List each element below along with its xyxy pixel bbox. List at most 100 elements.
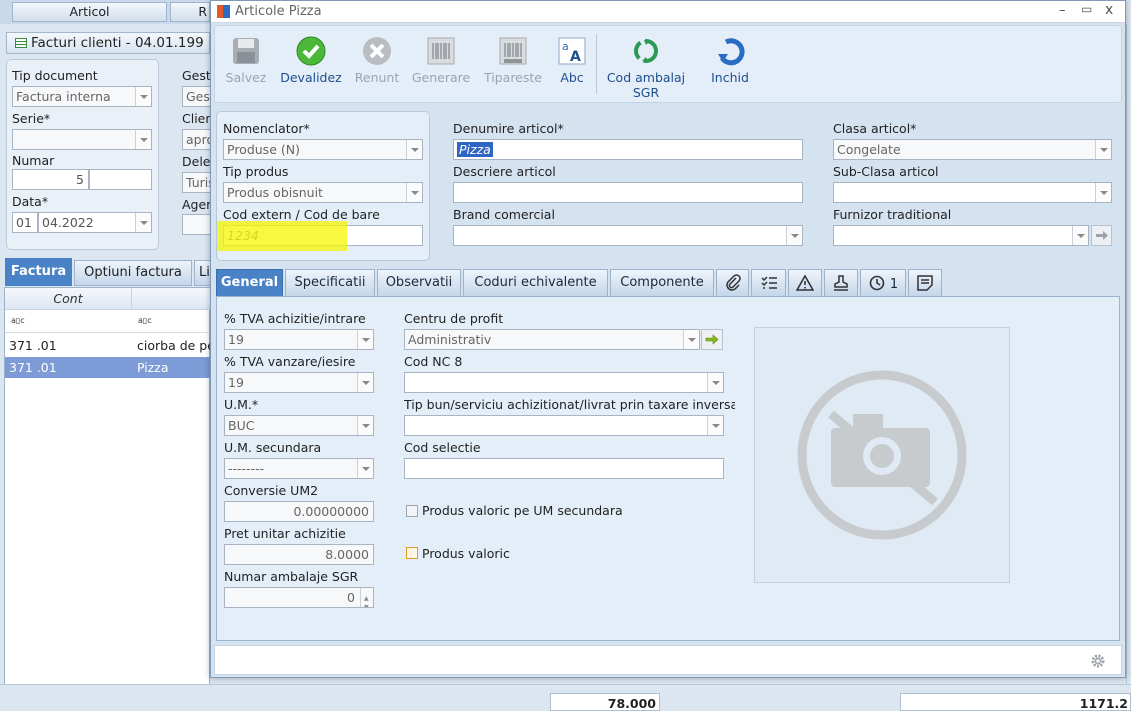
tip-produs-select[interactable]: Produs obisnuit (223, 182, 423, 203)
um-secundara-select[interactable]: -------- (224, 458, 374, 479)
svg-text:a: a (562, 40, 569, 53)
save-icon (233, 38, 259, 64)
centru-profit-select[interactable]: Administrativ (404, 329, 700, 350)
tab-general[interactable]: General (216, 269, 283, 297)
filter-text-icon[interactable]: a▯c (138, 316, 152, 325)
devalidez-button[interactable]: Devalidez (277, 26, 345, 104)
nomenclator-select[interactable]: Produse (N) (223, 139, 423, 160)
tab-coduri-echivalente[interactable]: Coduri echivalente (463, 269, 608, 296)
tip-produs-label: Tip produs (223, 164, 289, 179)
dialog-titlebar[interactable]: Articole Pizza – ▭ x (211, 1, 1125, 23)
check-icon (296, 36, 326, 66)
tab-history[interactable]: 1 (860, 269, 906, 296)
tip-document-select[interactable]: Factura interna (12, 86, 152, 107)
highlight-mark (217, 221, 347, 251)
bg-tab-articol[interactable]: Articol (12, 2, 167, 22)
furnizor-label: Furnizor traditional (833, 207, 952, 222)
centru-profit-label: Centru de profit (404, 311, 504, 326)
um-label: U.M.* (224, 397, 259, 412)
dele-input[interactable]: Turis (182, 172, 212, 193)
ager-input[interactable] (182, 214, 212, 235)
brand-label: Brand comercial (453, 207, 555, 222)
gest-input[interactable]: Ges (182, 86, 212, 107)
barcode-icon (427, 37, 455, 65)
serie-select[interactable] (12, 129, 152, 150)
cod-ambalaj-sgr-button[interactable]: Cod ambalaj SGR (602, 26, 690, 104)
numar-input[interactable]: 5 (12, 169, 89, 190)
filter-text-icon[interactable]: a▯c (11, 316, 25, 325)
recycle-icon (634, 39, 658, 63)
furnizor-go-button[interactable] (1091, 225, 1112, 246)
grid-header-cont[interactable]: Cont (5, 288, 132, 310)
cod-extern-label: Cod extern / Cod de bare (223, 207, 380, 222)
um-select[interactable]: BUC (224, 415, 374, 436)
centru-profit-go-button[interactable] (701, 329, 723, 350)
brand-select[interactable] (453, 225, 803, 246)
pret-label: Pret unitar achizitie (224, 526, 346, 541)
produs-valoric-um2-checkbox[interactable] (406, 505, 418, 517)
tab-componente[interactable]: Componente (610, 269, 714, 296)
conversie-label: Conversie UM2 (224, 483, 319, 498)
inchid-button[interactable]: Inchid (702, 26, 758, 104)
generare-button[interactable]: Generare (409, 26, 473, 104)
produs-valoric-checkbox[interactable] (406, 547, 418, 559)
tab-factura[interactable]: Factura (5, 258, 72, 286)
cod-nc-select[interactable] (404, 372, 724, 393)
cancel-icon (363, 37, 391, 65)
clien-input[interactable]: apro (182, 129, 212, 150)
minimize-button[interactable]: – (1059, 3, 1066, 18)
tab-specificatii[interactable]: Specificatii (285, 269, 375, 296)
renunt-button[interactable]: Renunt (351, 26, 403, 104)
tab-warning[interactable] (788, 269, 822, 296)
clasa-label: Clasa articol* (833, 121, 917, 136)
conversie-input[interactable]: 0.00000000 (224, 501, 374, 522)
maximize-button[interactable]: ▭ (1081, 2, 1092, 16)
tipareste-button[interactable]: Tipareste (481, 26, 545, 104)
product-image-placeholder[interactable] (754, 327, 1010, 583)
pret-input[interactable]: 8.0000 (224, 544, 374, 565)
paperclip-icon (725, 274, 741, 291)
numar-suffix-input[interactable] (89, 169, 152, 190)
ambalaje-stepper[interactable]: 0 ▲ ▼ (224, 587, 374, 608)
bg-tab-right[interactable]: R (170, 2, 210, 22)
tab-notes[interactable] (908, 269, 942, 296)
table-row[interactable]: 371 .01 ciorba de pe (5, 335, 215, 356)
denumire-input[interactable]: Pizza (453, 139, 803, 160)
history-icon (869, 275, 885, 291)
data-label: Data* (12, 194, 49, 209)
row-name: ciorba de pe (137, 338, 215, 353)
no-photo-icon (797, 370, 967, 540)
articole-dialog: Articole Pizza – ▭ x Salvez Devalidez Re… (210, 0, 1126, 678)
stepper-arrows[interactable]: ▲ ▼ (360, 588, 373, 607)
app-icon (217, 5, 230, 18)
tva-achizitie-select[interactable]: 19 (224, 329, 374, 350)
tva-vanzare-select[interactable]: 19 (224, 372, 374, 393)
data-input[interactable]: 04.2022 (38, 212, 152, 233)
close-button[interactable]: x (1105, 2, 1113, 18)
checklist-icon (760, 276, 777, 289)
abc-button[interactable]: aA Abc (553, 26, 591, 104)
ambalaje-label: Numar ambalaje SGR (224, 569, 359, 584)
tab-optiuni-factura[interactable]: Optiuni factura (74, 260, 192, 286)
tab-observatii[interactable]: Observatii (377, 269, 461, 296)
cod-selectie-input[interactable] (404, 458, 724, 479)
subclasa-select[interactable] (833, 182, 1112, 203)
tip-document-label: Tip document (12, 68, 98, 83)
salvez-button[interactable]: Salvez (219, 26, 273, 104)
tab-stamp[interactable] (824, 269, 858, 296)
svg-text:A: A (570, 49, 581, 65)
tab-attachment[interactable] (716, 269, 749, 296)
tip-bun-label: Tip bun/serviciu achizitionat/livrat pri… (404, 397, 735, 412)
toolbar-separator (596, 34, 597, 94)
cod-nc-label: Cod NC 8 (404, 354, 463, 369)
furnizor-select[interactable] (833, 225, 1089, 246)
clasa-select[interactable]: Congelate (833, 139, 1112, 160)
table-row-selected[interactable]: 371 .01 Pizza (5, 357, 210, 378)
exit-arrow-icon (718, 38, 745, 66)
settings-gear-icon[interactable] (1089, 652, 1107, 670)
descriere-input[interactable] (453, 182, 803, 203)
tab-checklist[interactable] (751, 269, 786, 296)
data-day-input[interactable]: 01 (12, 212, 38, 233)
ager-label: Ager (182, 197, 212, 212)
tip-bun-select[interactable] (404, 415, 724, 436)
